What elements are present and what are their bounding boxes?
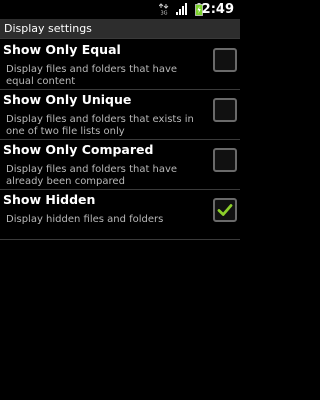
pref-show-only-unique[interactable]: Show Only Unique Display files and folde… bbox=[0, 90, 240, 140]
divider bbox=[0, 239, 240, 240]
show-only-compared-checkbox[interactable] bbox=[213, 148, 237, 172]
pref-summary: Display files and folders that exists in… bbox=[6, 114, 194, 137]
preference-list: Show Only Equal Display files and folder… bbox=[0, 40, 240, 240]
title-bar: Display settings bbox=[0, 19, 240, 39]
pref-show-only-equal[interactable]: Show Only Equal Display files and folder… bbox=[0, 40, 240, 90]
show-only-equal-checkbox[interactable] bbox=[213, 48, 237, 72]
pref-summary: Display hidden files and folders bbox=[6, 214, 164, 225]
status-bar: 3G 2:49 bbox=[0, 0, 240, 19]
page-title: Display settings bbox=[4, 22, 92, 35]
pref-title: Show Only Unique bbox=[3, 92, 132, 107]
pref-show-only-compared[interactable]: Show Only Compared Display files and fol… bbox=[0, 140, 240, 190]
show-hidden-checkbox[interactable] bbox=[213, 198, 237, 222]
network-label: 3G bbox=[160, 11, 167, 16]
signal-strength-icon bbox=[176, 3, 187, 15]
network-3g-icon: 3G bbox=[159, 3, 169, 15]
pref-summary: Display files and folders that have equa… bbox=[6, 64, 178, 87]
pref-title: Show Only Compared bbox=[3, 142, 154, 157]
show-only-unique-checkbox[interactable] bbox=[213, 98, 237, 122]
status-clock: 2:49 bbox=[201, 2, 234, 17]
pref-summary: Display files and folders that have alre… bbox=[6, 164, 178, 187]
pref-title: Show Hidden bbox=[3, 192, 96, 207]
pref-show-hidden[interactable]: Show Hidden Display hidden files and fol… bbox=[0, 190, 240, 240]
pref-title: Show Only Equal bbox=[3, 42, 121, 57]
check-mark-icon bbox=[217, 204, 233, 216]
